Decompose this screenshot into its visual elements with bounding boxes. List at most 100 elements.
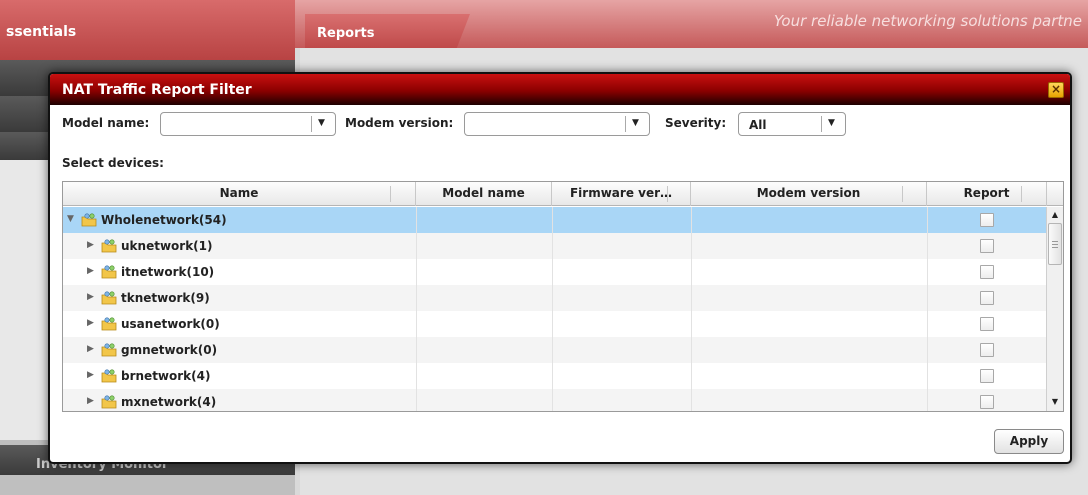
cell-divider (927, 259, 928, 285)
column-header-name[interactable]: Name (63, 182, 416, 206)
expand-arrow-icon[interactable]: ▶ (87, 344, 94, 354)
severity-select[interactable]: All ▼ (738, 112, 846, 136)
cell-divider (927, 363, 928, 389)
expand-arrow-icon[interactable]: ▶ (87, 370, 94, 380)
cell-divider (691, 207, 692, 233)
background-slogan: Your reliable networking solutions partn… (773, 12, 1082, 30)
report-checkbox[interactable] (980, 317, 994, 331)
modem-version-label: Modem version: (345, 116, 454, 130)
network-group-icon (101, 369, 117, 383)
device-group-name: uknetwork(1) (121, 239, 213, 253)
device-group-name: mxnetwork(4) (121, 395, 217, 409)
column-header-modem-version[interactable]: Modem version (691, 182, 927, 206)
device-group-name: itnetwork(10) (121, 265, 215, 279)
report-checkbox[interactable] (980, 213, 994, 227)
cell-divider (927, 389, 928, 411)
table-row[interactable]: ▶ usanetwork(0) (63, 311, 1046, 337)
cell-divider (927, 337, 928, 363)
table-row[interactable]: ▶ uknetwork(1) (63, 233, 1046, 259)
column-splitter (902, 186, 903, 202)
network-group-icon (101, 291, 117, 305)
report-checkbox[interactable] (980, 239, 994, 253)
expand-arrow-icon[interactable]: ▶ (87, 318, 94, 328)
select-devices-label: Select devices: (62, 156, 164, 170)
cell-divider (416, 389, 417, 411)
cell-divider (552, 337, 553, 363)
network-group-icon (101, 343, 117, 357)
device-group-name: gmnetwork(0) (121, 343, 218, 357)
select-separator (625, 116, 626, 132)
cell-divider (416, 207, 417, 233)
expand-arrow-icon[interactable]: ▶ (87, 292, 94, 302)
column-header-report[interactable]: Report (927, 182, 1047, 206)
device-group-name: usanetwork(0) (121, 317, 220, 331)
column-splitter (390, 186, 391, 202)
table-row[interactable]: ▶ tknetwork(9) (63, 285, 1046, 311)
network-group-icon (101, 239, 117, 253)
cell-divider (691, 285, 692, 311)
model-name-select[interactable]: ▼ (160, 112, 336, 136)
cell-divider (416, 285, 417, 311)
close-icon[interactable]: × (1048, 82, 1064, 98)
collapse-arrow-icon[interactable]: ▼ (67, 214, 74, 224)
table-row[interactable]: ▼ Wholenetwork(54) (63, 207, 1046, 233)
modem-version-select[interactable]: ▼ (464, 112, 650, 136)
report-checkbox[interactable] (980, 369, 994, 383)
column-splitter (1021, 186, 1022, 202)
expand-arrow-icon[interactable]: ▶ (87, 240, 94, 250)
expand-arrow-icon[interactable]: ▶ (87, 396, 94, 406)
scroll-up-icon[interactable]: ▲ (1048, 208, 1062, 222)
cell-divider (416, 363, 417, 389)
grid-scrollbar[interactable]: ▲ ▼ (1046, 207, 1063, 411)
column-header-model-name[interactable]: Model name (416, 182, 552, 206)
cell-divider (927, 207, 928, 233)
cell-divider (691, 389, 692, 411)
select-separator (311, 116, 312, 132)
grip-line (1052, 241, 1058, 242)
column-splitter (667, 186, 668, 202)
table-row[interactable]: ▶ gmnetwork(0) (63, 337, 1046, 363)
chevron-down-icon: ▼ (828, 118, 835, 128)
model-name-label: Model name: (62, 116, 150, 130)
device-group-name: Wholenetwork(54) (101, 213, 227, 227)
cell-divider (927, 233, 928, 259)
grid-body: ▼ Wholenetwork(54) ▶ uknetwork(1) ▶ itnetwork… (63, 207, 1046, 411)
cell-divider (927, 311, 928, 337)
grip-line (1052, 247, 1058, 248)
grid-header: Name Model name Firmware ver… Modem vers… (63, 182, 1063, 206)
chevron-down-icon: ▼ (318, 118, 325, 128)
severity-value: All (749, 118, 767, 132)
cell-divider (552, 207, 553, 233)
report-checkbox[interactable] (980, 395, 994, 409)
report-checkbox[interactable] (980, 265, 994, 279)
cell-divider (691, 363, 692, 389)
expand-arrow-icon[interactable]: ▶ (87, 266, 94, 276)
cell-divider (691, 233, 692, 259)
dialog-titlebar: NAT Traffic Report Filter × (50, 74, 1070, 105)
column-header-firmware-version[interactable]: Firmware ver… (552, 182, 691, 206)
chevron-down-icon: ▼ (632, 118, 639, 128)
table-row[interactable]: ▶ itnetwork(10) (63, 259, 1046, 285)
table-row[interactable]: ▶ brnetwork(4) (63, 363, 1046, 389)
nat-traffic-report-filter-dialog: NAT Traffic Report Filter × Model name: … (48, 72, 1072, 464)
select-separator (821, 116, 822, 132)
report-checkbox[interactable] (980, 343, 994, 357)
cell-divider (927, 285, 928, 311)
network-group-icon (101, 265, 117, 279)
scroll-thumb[interactable] (1048, 223, 1062, 265)
table-row[interactable]: ▶ mxnetwork(4) (63, 389, 1046, 411)
cell-divider (691, 311, 692, 337)
device-group-name: brnetwork(4) (121, 369, 211, 383)
background-tab-label: Reports (317, 26, 375, 41)
cell-divider (552, 363, 553, 389)
apply-button[interactable]: Apply (994, 429, 1064, 454)
severity-label: Severity: (665, 116, 727, 130)
dialog-title: NAT Traffic Report Filter (62, 82, 252, 98)
network-group-icon (101, 395, 117, 409)
scroll-down-icon[interactable]: ▼ (1048, 395, 1062, 409)
grip-line (1052, 244, 1058, 245)
cell-divider (416, 311, 417, 337)
cell-divider (552, 285, 553, 311)
device-group-name: tknetwork(9) (121, 291, 210, 305)
report-checkbox[interactable] (980, 291, 994, 305)
